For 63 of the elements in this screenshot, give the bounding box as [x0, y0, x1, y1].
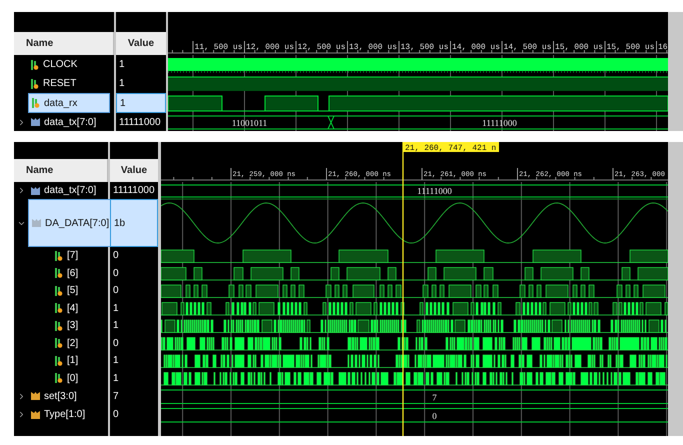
time-label: 11, 500 us	[194, 43, 243, 52]
signal-name[interactable]: [2]	[52, 334, 82, 352]
signal-value: 0	[112, 284, 120, 298]
signal-name[interactable]: [3]	[52, 317, 82, 334]
signal-name[interactable]: data_tx[7:0]	[28, 113, 100, 131]
bit-icon	[55, 303, 63, 314]
signal-name[interactable]: CLOCK	[28, 55, 80, 74]
signal-value: 0	[112, 266, 120, 281]
bus-value: 11111000	[417, 186, 452, 196]
time-label: 15, 500 us	[606, 43, 655, 52]
bit-icon	[55, 250, 63, 261]
time-label: 13, 000 us	[349, 43, 398, 52]
signal-value: 11111000	[118, 116, 162, 130]
time-label: 16	[658, 43, 668, 52]
bit-icon	[31, 78, 39, 88]
signal-name[interactable]: [6]	[52, 264, 82, 282]
time-label: 12, 500 us	[298, 43, 346, 52]
signal-name[interactable]: RESET	[28, 74, 80, 93]
column-header[interactable]: Value	[116, 32, 166, 55]
bit-icon	[55, 268, 63, 278]
signal-name[interactable]: data_rx	[28, 93, 110, 113]
time-label: 14, 500 us	[504, 43, 552, 52]
signal-name[interactable]: data_tx[7:0]	[28, 182, 100, 199]
signal-value: 0	[112, 249, 120, 264]
signal-value: 1	[112, 372, 120, 386]
signal-value: 1	[118, 58, 126, 72]
signal-name[interactable]: set[3:0]	[28, 387, 80, 406]
signal-value: 1	[112, 354, 120, 368]
bit-icon	[55, 373, 63, 384]
signal-value: 1	[118, 77, 126, 91]
signal-name[interactable]: [4]	[52, 300, 82, 317]
signal-name[interactable]: [0]	[52, 370, 82, 387]
bit-icon	[31, 60, 39, 70]
cursor-line[interactable]	[402, 142, 404, 436]
signal-value: 1	[112, 319, 120, 334]
column-header[interactable]: Name	[14, 32, 114, 55]
signal-name[interactable]: [7]	[52, 247, 82, 264]
bus-value: 0	[432, 411, 437, 421]
signal-value: 1	[112, 302, 120, 316]
signal-value: 1	[116, 93, 166, 113]
signal-value: 11111000	[112, 184, 156, 198]
column-header[interactable]: Value	[110, 159, 158, 182]
bus-value: 11111000	[482, 118, 517, 128]
time-label: 14, 000 us	[452, 43, 500, 52]
bit-icon	[55, 320, 63, 331]
signal-value: 1b	[110, 199, 158, 247]
bit-icon	[55, 286, 63, 296]
bit-icon	[32, 98, 40, 108]
signal-name[interactable]: [1]	[52, 352, 82, 370]
signal-value: 7	[112, 390, 120, 404]
bus-value: 7	[432, 392, 437, 402]
bus-value: 11001011	[232, 118, 268, 128]
cursor-label: 21, 260, 747, 421 n	[403, 142, 499, 153]
signal-name[interactable]: [5]	[52, 282, 82, 300]
signal-value: 0	[112, 408, 120, 422]
time-label: 13, 500 us	[400, 43, 449, 52]
bit-icon	[55, 356, 63, 366]
signal-value: 0	[112, 336, 120, 351]
time-label: 15, 000 us	[555, 43, 604, 52]
signal-name[interactable]: Type[1:0]	[28, 406, 88, 424]
column-header[interactable]: Name	[14, 159, 108, 182]
time-label: 12, 000 us	[246, 43, 294, 52]
bit-icon	[55, 338, 63, 348]
